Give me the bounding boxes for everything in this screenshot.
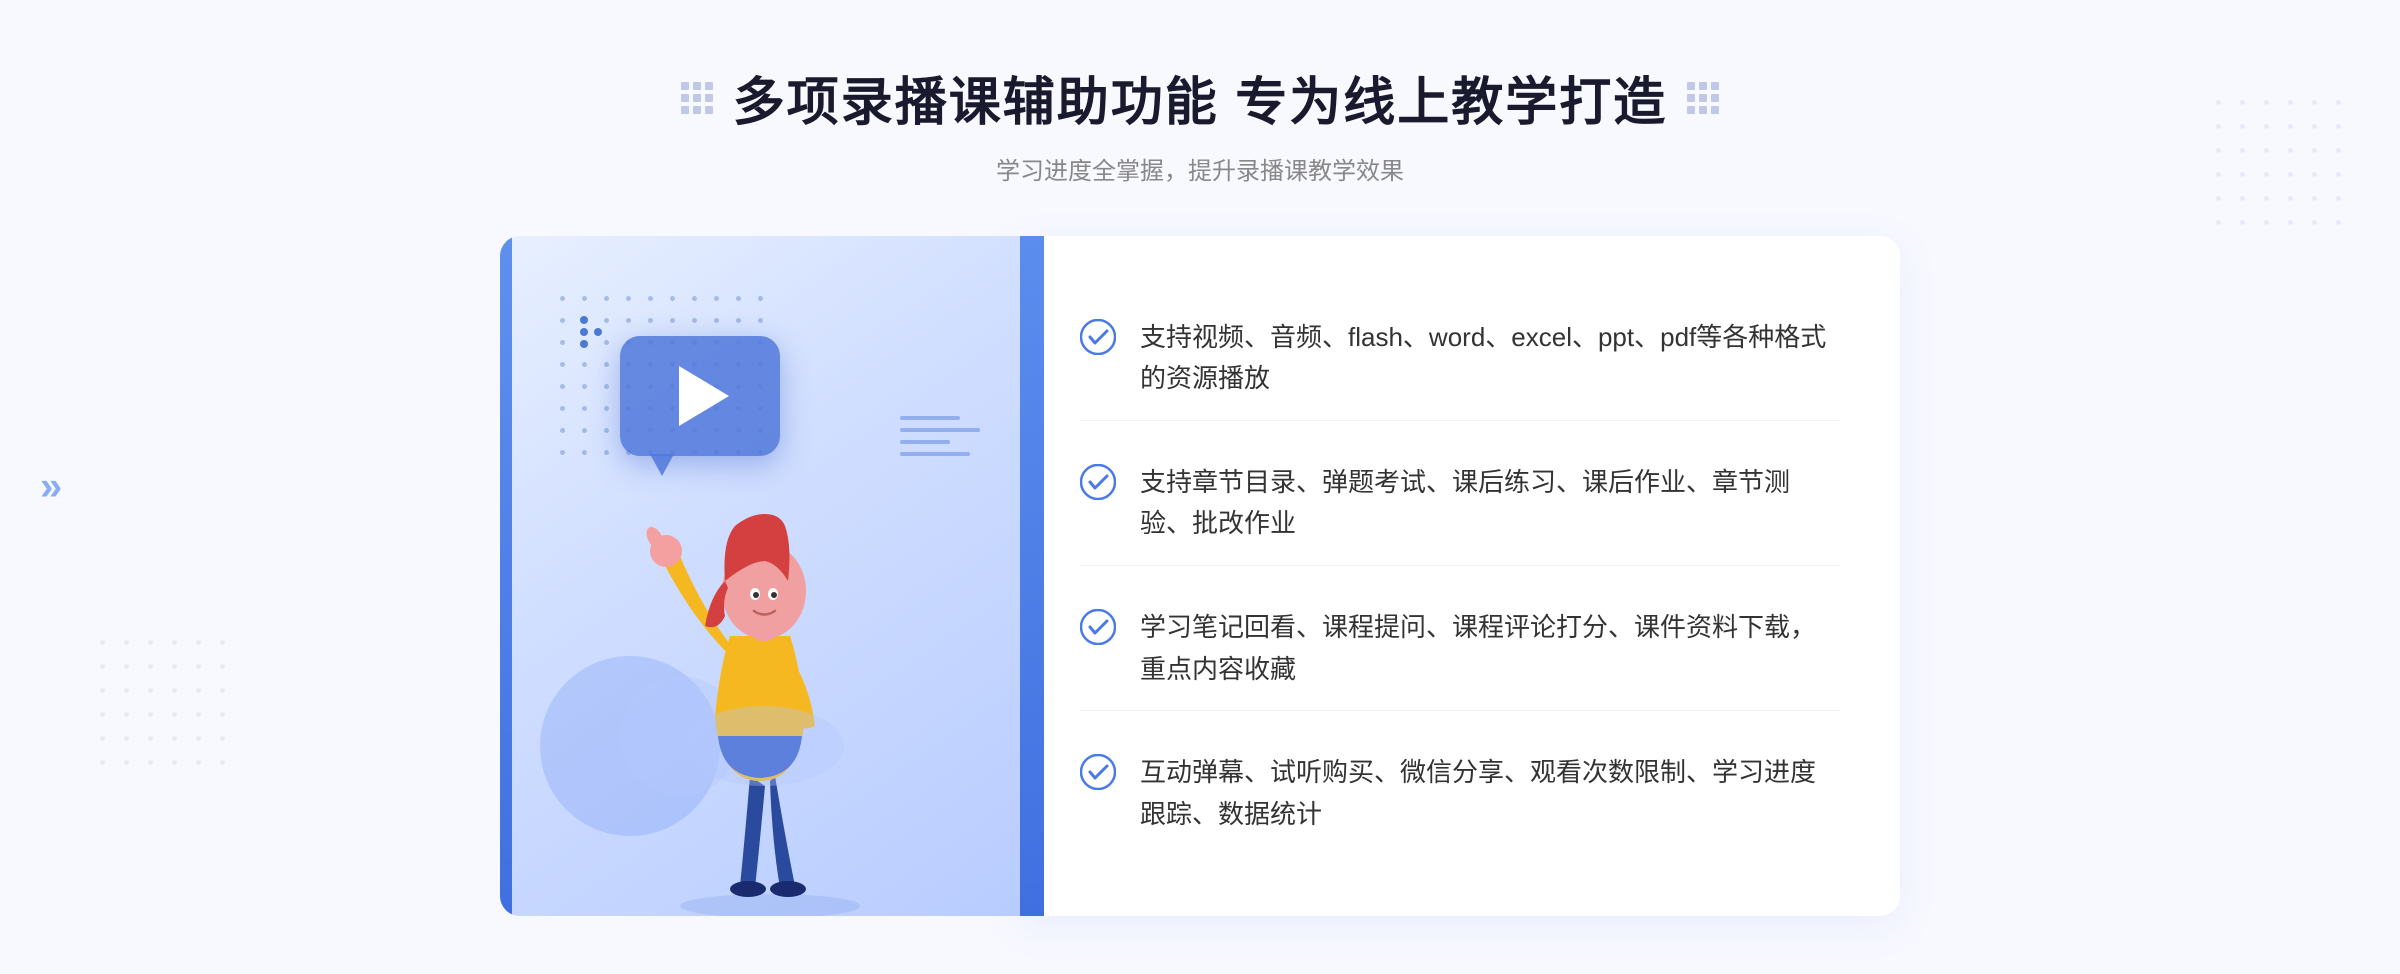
feature-item-3: 学习笔记回看、课程提问、课程评论打分、课件资料下载，重点内容收藏 xyxy=(1080,587,1840,711)
page-subtitle: 学习进度全掌握，提升录播课教学效果 xyxy=(681,151,1719,186)
page-title: 多项录播课辅助功能 专为线上教学打造 xyxy=(733,60,1667,135)
illustration-panel xyxy=(500,236,1020,916)
sparkle-dots xyxy=(580,316,602,348)
title-right-dots xyxy=(1687,82,1719,114)
feature-item-2: 支持章节目录、弹题考试、课后练习、课后作业、章节测验、批改作业 xyxy=(1080,442,1840,566)
check-icon-2 xyxy=(1080,464,1116,500)
feature-text-3: 学习笔记回看、课程提问、课程评论打分、课件资料下载，重点内容收藏 xyxy=(1140,607,1840,690)
page-container: » 多项录播课辅助功能 专为线上教学打造 学习进度全掌握，提升录播课教学效果 xyxy=(0,0,2400,974)
header-section: 多项录播课辅助功能 专为线上教学打造 学习进度全掌握，提升录播课教学效果 xyxy=(681,0,1719,186)
check-icon-4 xyxy=(1080,754,1116,790)
left-chevrons-decor: » xyxy=(40,465,62,510)
illus-left-stripe xyxy=(500,236,512,916)
feature-text-1: 支持视频、音频、flash、word、excel、ppt、pdf等各种格式的资源… xyxy=(1140,317,1840,400)
bg-dots-right-decor xyxy=(2216,100,2350,234)
feature-text-4: 互动弹幕、试听购买、微信分享、观看次数限制、学习进度跟踪、数据统计 xyxy=(1140,752,1840,835)
person-illustration xyxy=(610,396,910,916)
feature-item-4: 互动弹幕、试听购买、微信分享、观看次数限制、学习进度跟踪、数据统计 xyxy=(1080,732,1840,855)
title-row: 多项录播课辅助功能 专为线上教学打造 xyxy=(681,60,1719,135)
title-left-dots xyxy=(681,82,713,114)
bg-dots-left-decor xyxy=(100,640,234,774)
feature-text-2: 支持章节目录、弹题考试、课后练习、课后作业、章节测验、批改作业 xyxy=(1140,462,1840,545)
content-section: 支持视频、音频、flash、word、excel、ppt、pdf等各种格式的资源… xyxy=(500,236,1900,916)
decorative-lines xyxy=(900,416,980,456)
check-icon-1 xyxy=(1080,319,1116,355)
feature-item-1: 支持视频、音频、flash、word、excel、ppt、pdf等各种格式的资源… xyxy=(1080,297,1840,421)
blue-divider-stripe xyxy=(1020,236,1044,916)
check-icon-3 xyxy=(1080,609,1116,645)
features-panel: 支持视频、音频、flash、word、excel、ppt、pdf等各种格式的资源… xyxy=(1020,236,1900,916)
